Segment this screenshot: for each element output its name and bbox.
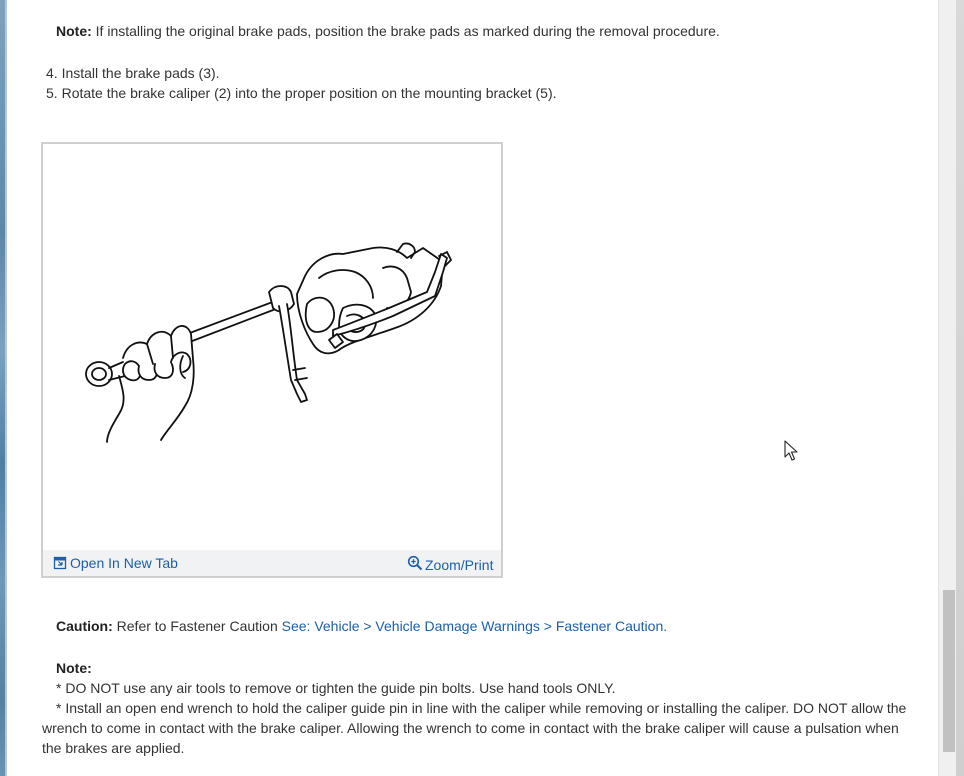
open-in-new-tab-label: Open In New Tab [70,555,178,571]
zoom-print-link[interactable]: Zoom/Print [407,555,493,573]
zoom-print-label: Zoom/Print [425,557,494,573]
caution-text: Refer to Fastener Caution [116,618,278,634]
figure-toolbar: Open In New Tab Zoom/Print [43,550,501,576]
note-top-label: Note: [56,23,92,39]
step-text: Install the brake pads (3). [61,65,220,81]
right-window-edge [956,0,964,776]
step-number: 5. [46,85,58,101]
step-item: 4. Install the brake pads (3). [46,63,557,83]
note-top-text: If installing the original brake pads, p… [95,23,720,39]
note-bottom: Note: * DO NOT use any air tools to remo… [42,658,922,758]
open-in-new-tab-link[interactable]: Open In New Tab [53,555,178,571]
fastener-caution-link-suffix: . [663,618,668,634]
fastener-caution-link[interactable]: See: Vehicle > Vehicle Damage Warnings >… [282,618,664,634]
procedure-steps: 4. Install the brake pads (3). 5. Rotate… [46,63,557,103]
scrollbar-thumb[interactable] [943,590,955,752]
note-top: Note: If installing the original brake p… [56,22,720,40]
mouse-pointer-icon [784,440,798,461]
note-bullet: * Install an open end wrench to hold the… [42,700,907,756]
caution-label: Caution: [56,618,113,634]
open-new-tab-icon [53,556,67,570]
step-item: 5. Rotate the brake caliper (2) into the… [46,83,557,103]
illustration-figure: Open In New Tab Zoom/Print [41,142,503,578]
step-text: Rotate the brake caliper (2) into the pr… [61,85,557,101]
step-number: 4. [46,65,58,81]
note-bullet: * DO NOT use any air tools to remove or … [56,680,616,696]
note-bottom-label: Note: [56,660,92,676]
caution-note: Caution: Refer to Fastener Caution See: … [56,617,667,635]
brake-caliper-illustration[interactable] [43,144,501,548]
magnifier-zoom-icon [407,555,423,571]
